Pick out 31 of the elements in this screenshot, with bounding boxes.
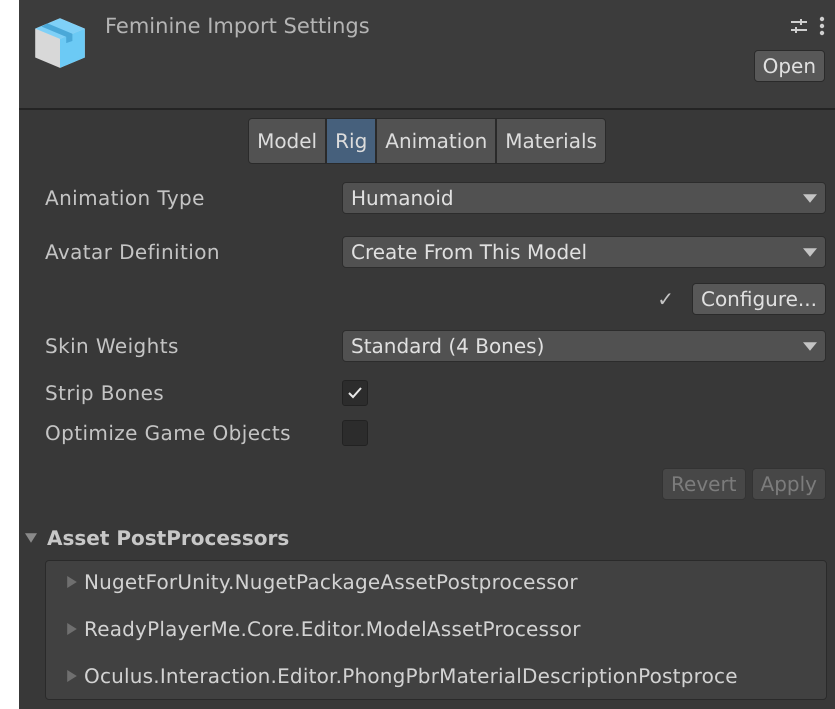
field-label: Skin Weights <box>45 334 180 358</box>
tab[interactable]: Model <box>248 118 326 164</box>
foldout-arrow-icon[interactable] <box>25 532 37 544</box>
window-title: Feminine Import Settings <box>105 14 371 40</box>
field-label: Strip Bones <box>45 381 166 405</box>
checkmark-icon <box>347 385 363 401</box>
configure-button[interactable]: Configure... <box>692 283 826 315</box>
tab[interactable]: Rig <box>326 118 376 164</box>
check-mark: ✓ <box>657 287 674 311</box>
postprocessor-item[interactable]: ReadyPlayerMe.Core.Editor.ModelAssetProcessor <box>84 617 581 641</box>
dropdown[interactable]: Create From This Model <box>342 236 826 268</box>
section-title: Asset PostProcessors <box>47 526 290 550</box>
open-button[interactable]: Open <box>754 50 825 82</box>
expand-arrow-icon[interactable] <box>66 623 78 635</box>
field-label: Animation Type <box>45 186 206 210</box>
tab[interactable]: Animation <box>376 118 496 164</box>
field-label: Avatar Definition <box>45 240 221 264</box>
more-icon[interactable] <box>819 16 825 36</box>
dropdown-arrow-icon <box>803 248 817 256</box>
expand-arrow-icon[interactable] <box>66 670 78 682</box>
checkbox[interactable] <box>342 380 368 406</box>
dropdown-arrow-icon <box>803 194 817 202</box>
postprocessor-item[interactable]: NugetForUnity.NugetPackageAssetPostprocessor <box>84 570 578 594</box>
dropdown-arrow-icon <box>803 342 817 350</box>
expand-arrow-icon[interactable] <box>66 576 78 588</box>
postprocessor-item[interactable]: Oculus.Interaction.Editor.PhongPbrMaterialDescriptionPostproce <box>84 664 738 688</box>
dropdown[interactable]: Standard (4 Bones) <box>342 330 826 362</box>
tab[interactable]: Materials <box>496 118 606 164</box>
dropdown[interactable]: Humanoid <box>342 182 826 214</box>
field-label: Optimize Game Objects <box>45 421 292 445</box>
sliders-icon[interactable] <box>789 16 809 36</box>
